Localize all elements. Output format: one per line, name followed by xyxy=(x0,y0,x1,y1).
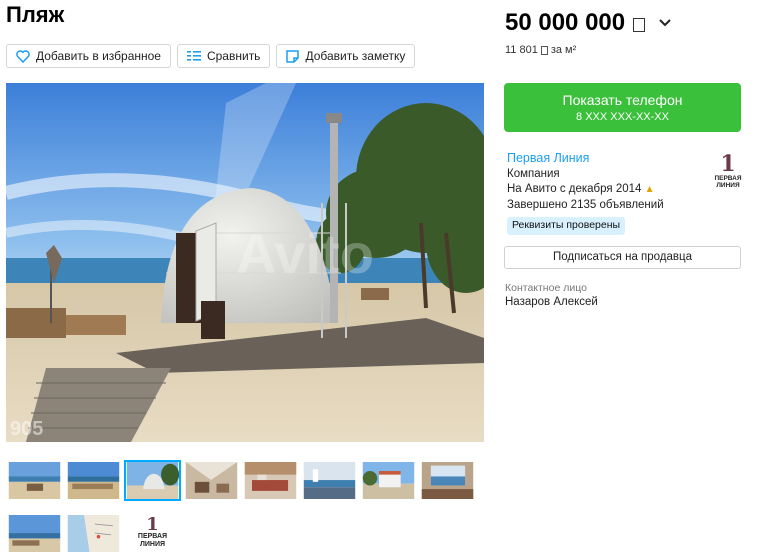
main-photo[interactable]: Avito 905 xyxy=(6,83,484,442)
thumbnail[interactable] xyxy=(65,513,122,554)
handshake-icon: ▲ xyxy=(644,184,655,195)
note-label: Добавить заметку xyxy=(305,49,406,63)
per-m2-unit: за м² xyxy=(550,44,577,56)
page-title: Пляж xyxy=(6,2,65,27)
thumb-logo-line1: ПЕРВАЯ xyxy=(137,533,168,540)
show-phone-label: Показать телефон xyxy=(562,92,683,108)
seller-logo-number: 1 xyxy=(720,151,736,177)
compare-button[interactable]: Сравнить xyxy=(176,44,271,68)
contact-person-name: Назаров Алексей xyxy=(505,296,598,308)
currency-icon xyxy=(540,45,548,55)
subscribe-seller-button[interactable]: Подписаться на продавца xyxy=(504,246,741,269)
price-per-m2: 11 801 за м² xyxy=(505,44,576,56)
price-block: 50 000 000 xyxy=(505,9,671,37)
seller-info: Первая Линия Компания На Авито с декабря… xyxy=(507,151,664,235)
thumbnail[interactable] xyxy=(6,513,63,554)
photo-corner-mark: 905 xyxy=(10,418,43,440)
seller-name-link[interactable]: Первая Линия xyxy=(507,151,664,167)
thumbnail[interactable] xyxy=(6,460,63,501)
contact-person-label: Контактное лицо xyxy=(505,282,587,294)
compare-label: Сравнить xyxy=(206,49,261,63)
per-m2-value: 11 801 xyxy=(505,44,538,56)
seller-type: Компания xyxy=(507,167,560,180)
listing-actions: Добавить в избранное Сравнить Добавить з… xyxy=(6,44,416,68)
thumbnail[interactable] xyxy=(124,460,181,501)
thumb-logo-line2: ЛИНИЯ xyxy=(139,541,166,548)
thumb-logo-number: 1 xyxy=(146,514,159,535)
masked-phone: 8 XXX XXX-XX-XX xyxy=(576,111,669,123)
price-value: 50 000 000 xyxy=(505,9,626,36)
thumbnail[interactable] xyxy=(65,460,122,501)
seller-logo[interactable]: 1 ПЕРВАЯ ЛИНИЯ xyxy=(713,153,743,191)
chevron-down-icon[interactable] xyxy=(659,19,671,27)
heart-icon xyxy=(16,49,30,63)
seller-completed: Завершено 2135 объявлений xyxy=(507,198,664,211)
thumbnail-gallery: 1 ПЕРВАЯ ЛИНИЯ xyxy=(6,460,484,557)
show-phone-button[interactable]: Показать телефон 8 XXX XXX-XX-XX xyxy=(504,83,741,132)
currency-icon xyxy=(633,17,646,32)
add-to-favorites-button[interactable]: Добавить в избранное xyxy=(6,44,171,68)
note-icon xyxy=(286,49,300,63)
seller-since: На Авито с декабря 2014 xyxy=(507,183,642,195)
verified-badge: Реквизиты проверены xyxy=(507,217,626,235)
photo-watermark: Avito xyxy=(236,222,374,285)
thumbnail-logo[interactable]: 1 ПЕРВАЯ ЛИНИЯ xyxy=(124,513,181,554)
favorite-label: Добавить в избранное xyxy=(36,49,161,63)
compare-icon xyxy=(186,51,201,61)
seller-logo-line2: ЛИНИЯ xyxy=(716,182,740,189)
thumbnail[interactable] xyxy=(419,460,476,501)
add-note-button[interactable]: Добавить заметку xyxy=(276,44,416,68)
seller-logo-line1: ПЕРВАЯ xyxy=(714,175,742,182)
thumbnail[interactable] xyxy=(242,460,299,501)
thumbnail[interactable] xyxy=(183,460,240,501)
thumbnail[interactable] xyxy=(360,460,417,501)
thumbnail[interactable] xyxy=(301,460,358,501)
